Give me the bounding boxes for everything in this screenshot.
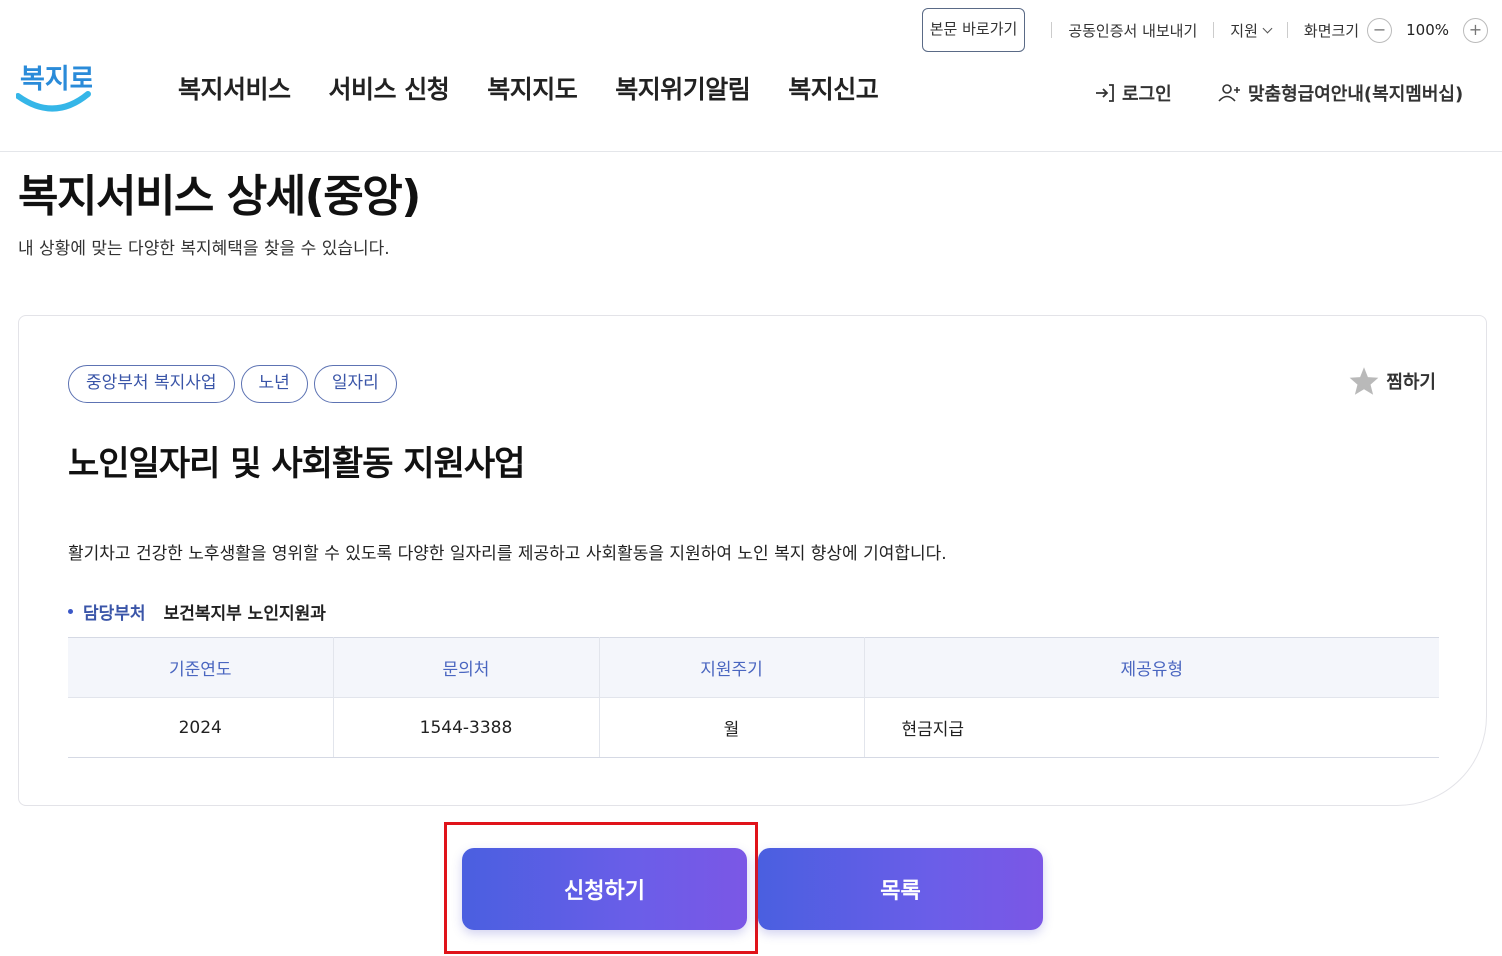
department-info: 담당부처 보건복지부 노인지원과 (68, 599, 326, 624)
zoom-out-button[interactable]: − (1367, 17, 1393, 43)
certificate-export-link[interactable]: 공동인증서 내보내기 (1068, 20, 1197, 41)
table-row: 2024 1544-3388 월 현금지급 (68, 697, 1439, 758)
department-value: 보건복지부 노인지원과 (163, 604, 326, 624)
service-info-table: 기준연도 문의처 지원주기 제공유형 2024 1544-3388 월 현금지급 (68, 637, 1439, 758)
tag-old-age[interactable]: 노년 (240, 365, 308, 403)
zoom-control: 화면크기 − 100% + (1303, 17, 1488, 43)
zoom-in-button[interactable]: + (1463, 17, 1488, 43)
nav-item-service-apply[interactable]: 서비스 신청 (329, 70, 450, 106)
table-header-row: 기준연도 문의처 지원주기 제공유형 (68, 637, 1439, 698)
site-logo[interactable]: 복지로 (15, 52, 95, 118)
department-label: 담당부처 (83, 604, 146, 624)
tag-list: 중앙부처 복지사업 노년 일자리 (68, 365, 397, 403)
logo-text: 복지로 (20, 64, 92, 95)
login-icon (1096, 84, 1114, 102)
table-cell-contact: 1544-3388 (333, 697, 600, 758)
nav-item-welfare-report[interactable]: 복지신고 (788, 70, 879, 106)
nav-item-welfare-map[interactable]: 복지지도 (487, 70, 578, 106)
page-title: 복지서비스 상세(중앙) (18, 171, 421, 222)
list-button[interactable]: 목록 (758, 848, 1043, 930)
table-header-year: 기준연도 (68, 637, 334, 698)
zoom-label: 화면크기 (1303, 21, 1360, 40)
chevron-down-icon (1262, 23, 1273, 33)
star-icon (1349, 367, 1379, 395)
zoom-value: 100% (1406, 21, 1449, 39)
service-detail-card: 중앙부처 복지사업 노년 일자리 찜하기 노인일자리 및 사회활동 지원사업 활… (18, 315, 1487, 806)
page-description: 내 상황에 맞는 다양한 복지혜택을 찾을 수 있습니다. (18, 239, 390, 259)
login-label: 로그인 (1122, 84, 1172, 105)
table-cell-type: 현금지급 (864, 697, 1439, 758)
table-header-cycle: 지원주기 (599, 637, 865, 698)
favorite-button[interactable]: 찜하기 (1348, 366, 1436, 396)
language-label: 지원 (1230, 21, 1258, 40)
header-divider (0, 151, 1502, 152)
nav-item-crisis-alert[interactable]: 복지위기알림 (615, 70, 751, 106)
bullet-icon (68, 609, 73, 614)
table-cell-cycle: 월 (599, 697, 865, 758)
user-add-icon (1218, 84, 1240, 102)
favorite-label: 찜하기 (1386, 372, 1436, 393)
divider (1213, 22, 1215, 38)
skip-to-content-button[interactable]: 본문 바로가기 (921, 8, 1026, 52)
table-header-type: 제공유형 (864, 637, 1439, 698)
tag-job[interactable]: 일자리 (313, 365, 397, 403)
service-description: 활기차고 건강한 노후생활을 영위할 수 있도록 다양한 일자리를 제공하고 사… (68, 544, 947, 564)
utility-bar: 본문 바로가기 공동인증서 내보내기 지원 화면크기 − 100% + (921, 8, 1488, 52)
language-select[interactable]: 지원 (1230, 20, 1273, 41)
divider (1286, 22, 1288, 38)
logo-image: 복지로 (15, 64, 95, 112)
table-cell-year: 2024 (68, 697, 334, 758)
table-header-contact: 문의처 (333, 637, 600, 698)
tag-central-ministry[interactable]: 중앙부처 복지사업 (68, 365, 235, 403)
divider (1051, 22, 1053, 38)
main-nav: 복지서비스 서비스 신청 복지지도 복지위기알림 복지신고 (178, 70, 879, 106)
login-link[interactable]: 로그인 (1094, 80, 1172, 106)
nav-item-welfare-service[interactable]: 복지서비스 (178, 70, 291, 106)
apply-button[interactable]: 신청하기 (462, 848, 747, 930)
membership-link[interactable]: 맞춤형급여안내(복지멤버십) (1218, 80, 1463, 106)
service-title: 노인일자리 및 사회활동 지원사업 (68, 444, 525, 484)
membership-label: 맞춤형급여안내(복지멤버십) (1248, 84, 1464, 105)
